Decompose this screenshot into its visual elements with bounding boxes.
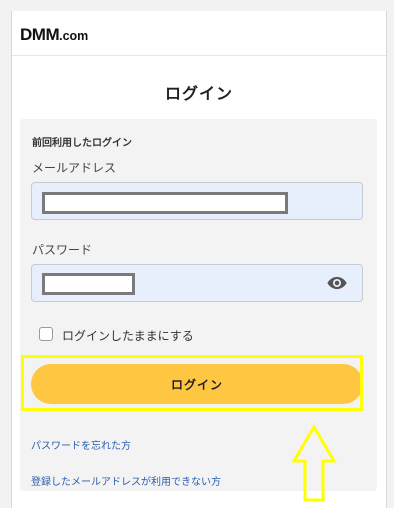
password-field[interactable] [31,264,363,302]
email-label: メールアドレス [32,161,117,175]
redacted-email-value [42,192,288,214]
previous-login-label: 前回利用したログイン [32,138,132,149]
eye-icon[interactable] [326,276,348,290]
email-field[interactable] [31,182,363,220]
remember-checkbox[interactable] [39,327,53,341]
redacted-password-value [42,273,135,295]
dmm-logo[interactable]: DMM.com [20,25,88,45]
logo-suffix: .com [59,29,89,43]
up-arrow-annotation [291,425,337,502]
password-label: パスワード [32,243,93,257]
logo-main: DMM [20,25,60,44]
forgot-password-link[interactable]: パスワードを忘れた方 [31,437,131,452]
remember-label[interactable]: ログインしたままにする [62,327,194,344]
highlight-box [21,355,363,411]
header: DMM.com [12,11,386,56]
page-title: ログイン [164,84,233,103]
email-unusable-link[interactable]: 登録したメールアドレスが利用できない方 [31,473,221,488]
